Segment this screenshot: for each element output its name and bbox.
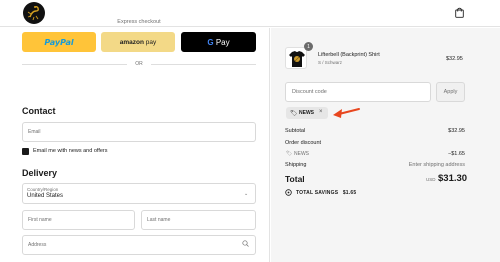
total-savings: TOTAL SAVINGS $1.65 [296, 190, 356, 196]
quantity-badge: 1 [304, 42, 313, 51]
last-name-placeholder: Last name [147, 217, 171, 223]
address-field[interactable]: Address [22, 235, 256, 255]
savings-value: $1.65 [342, 190, 357, 196]
discount-tag-code: NEWS [299, 110, 314, 116]
google-pay-button[interactable]: G Pay [181, 32, 256, 52]
or-text: OR [135, 61, 143, 67]
shipping-label: Shipping [285, 162, 307, 168]
amazon-pay-text: pay [143, 38, 157, 46]
amazon-text: amazon [119, 38, 144, 46]
first-name-placeholder: First name [28, 217, 52, 223]
product-price: $32.95 [446, 56, 463, 62]
country-value: United States [27, 193, 64, 199]
total-value: $31.30 [438, 173, 468, 184]
order-discount-label: Order discount [285, 140, 322, 146]
arrow-annotation-icon [333, 108, 360, 118]
email-placeholder: Email [28, 129, 41, 135]
or-divider: OR [22, 60, 256, 68]
subtotal-value: $32.95 [448, 128, 465, 134]
tag-icon: 🏷︎ [290, 111, 298, 117]
total-label: Total [285, 174, 305, 184]
address-placeholder: Address [28, 242, 47, 248]
google-pay-text: Pay [213, 37, 230, 47]
discount-code-input[interactable]: Discount code [285, 82, 431, 102]
product-thumbnail [285, 47, 307, 69]
paypal-pal-text: Pal [60, 37, 74, 47]
chevron-down-icon: ⌄ [244, 191, 249, 197]
savings-tag-icon [285, 189, 292, 196]
discount-code-label: NEWS [294, 151, 309, 157]
country-label: Country/Region [27, 187, 59, 192]
shipping-value: Enter shipping address [408, 162, 465, 168]
news-checkbox[interactable] [22, 148, 29, 160]
delivery-heading: Delivery [22, 168, 58, 178]
subtotal-label: Subtotal [285, 128, 306, 134]
shopping-bag-icon[interactable] [455, 7, 464, 18]
savings-label: TOTAL SAVINGS [296, 190, 339, 196]
first-name-field[interactable]: First name [22, 210, 135, 230]
product-variant: S / Schwarz [318, 60, 343, 65]
product-name: Lifterbell (Backprint) Shirt [318, 52, 380, 58]
news-checkbox-label: Email me with news and offers [33, 148, 108, 154]
paypal-pay-text: Pay [44, 37, 61, 47]
discount-value: −$1.65 [448, 151, 465, 157]
remove-discount-icon[interactable]: × [319, 109, 323, 115]
discount-placeholder: Discount code [292, 89, 327, 95]
checkmark-icon [23, 155, 29, 160]
last-name-field[interactable]: Last name [141, 210, 256, 230]
express-checkout-title: Express checkout [117, 19, 161, 25]
contact-heading: Contact [22, 106, 56, 116]
currency-code: USD [426, 177, 436, 182]
tag-icon: 🏷︎ [286, 151, 293, 157]
amazon-pay-button[interactable]: amazon pay [101, 32, 175, 52]
paypal-button[interactable]: PayPal [22, 32, 96, 52]
search-icon[interactable] [242, 240, 249, 247]
apply-button[interactable]: Apply [436, 82, 465, 102]
email-field[interactable]: Email [22, 122, 256, 142]
